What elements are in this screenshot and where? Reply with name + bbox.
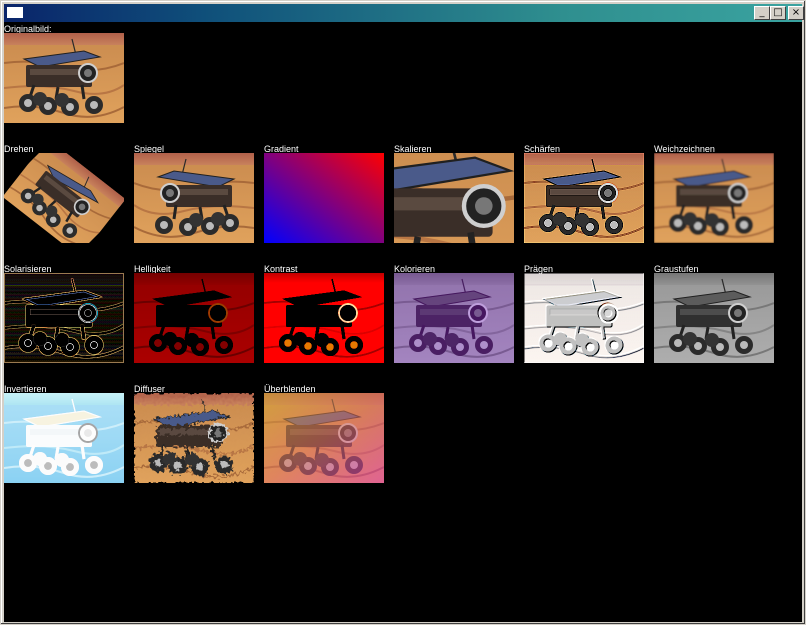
solarize-image: [4, 273, 124, 363]
app-icon[interactable]: [7, 7, 23, 18]
maximize-button[interactable]: □: [770, 6, 786, 20]
title-bar[interactable]: _ □ ×: [4, 4, 804, 22]
diffuse-image: [134, 393, 254, 483]
brightness-image: [134, 273, 254, 363]
rotate-image: [4, 153, 124, 243]
grayscale-image: [654, 273, 774, 363]
invert-image: [4, 393, 124, 483]
image-effects-canvas: Originalbild: Drehen Spiegel Gradient Sk…: [4, 22, 802, 622]
app-window: _ □ × Originalbild: Drehen Spiegel Gradi…: [0, 0, 806, 625]
sharpen-image: [524, 153, 644, 243]
original-image: [4, 33, 124, 123]
minimize-button[interactable]: _: [754, 6, 770, 20]
gradient-image: [264, 153, 384, 243]
mirror-image: [134, 153, 254, 243]
scale-image: [394, 153, 514, 243]
blur-image: [654, 153, 774, 243]
emboss-image: [524, 273, 644, 363]
contrast-image: [264, 273, 384, 363]
colorize-image: [394, 273, 514, 363]
blend-image: [264, 393, 384, 483]
close-button[interactable]: ×: [788, 6, 804, 20]
